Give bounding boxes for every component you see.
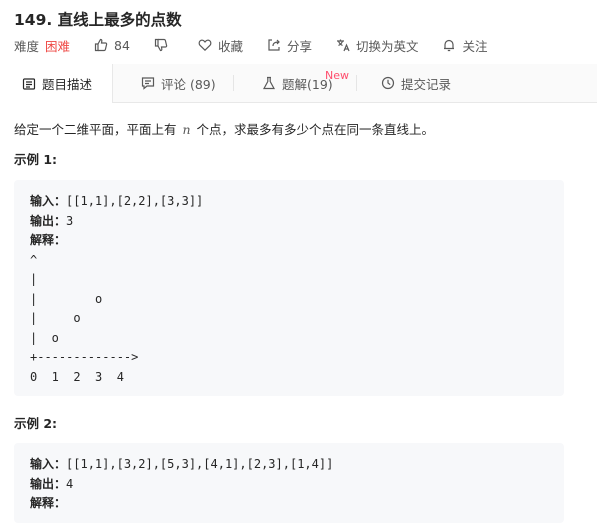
ascii-diagram: ^ | | o | o | o +-------------> 0 1 2 3 …: [30, 252, 139, 384]
thumbs-down-icon: [154, 38, 168, 52]
explanation-label: 解释：: [30, 496, 67, 510]
output-value: 3: [66, 213, 74, 228]
tab-bar: 题目描述 评论 (89) 题解(19) 提交记录: [0, 64, 597, 103]
example-1-code-block: 输入：[[1,1],[2,2],[3,3]] 输出：3 解释： ^ | | o …: [14, 180, 564, 396]
follow-label: 关注: [462, 38, 488, 54]
share-icon: [268, 39, 280, 51]
input-value: [[1,1],[2,2],[3,3]]: [66, 194, 204, 208]
clock-icon: [381, 76, 395, 90]
new-badge: New: [325, 69, 349, 82]
favorite-label: 收藏: [217, 38, 243, 54]
dislike-button[interactable]: [154, 38, 174, 52]
tab-description-label: 题目描述: [42, 77, 93, 92]
difficulty: 难度 困难: [14, 36, 70, 55]
favorite-button[interactable]: 收藏: [198, 36, 243, 55]
description-text: 给定一个二维平面，平面上有: [14, 122, 181, 137]
tab-submissions[interactable]: 提交记录: [381, 64, 451, 102]
example-2-title: 示例 2:: [14, 416, 58, 431]
output-label: 输出：: [30, 476, 67, 491]
thumbs-up-icon: [94, 38, 108, 52]
tab-separator: [233, 75, 234, 91]
input-value: [[1,1],[3,2],[5,3],[4,1],[2,3],[1,4]]: [66, 457, 334, 471]
input-label: 输入：: [30, 194, 67, 208]
tab-submissions-label: 提交记录: [401, 76, 452, 92]
share-button[interactable]: 分享: [267, 36, 312, 55]
tab-comments[interactable]: 评论 (89): [141, 64, 216, 102]
translate-label: 切换为英文: [355, 38, 419, 54]
document-icon: [22, 77, 36, 90]
tab-comments-label: 评论 (89): [161, 76, 216, 92]
translate-button[interactable]: 切换为英文: [336, 36, 419, 55]
input-label: 输入：: [30, 457, 67, 471]
bell-icon: [444, 39, 455, 52]
like-count: 84: [114, 37, 130, 53]
tab-description[interactable]: 题目描述: [0, 64, 113, 103]
heart-icon: [198, 39, 212, 52]
follow-button[interactable]: 关注: [442, 36, 488, 55]
share-label: 分享: [286, 38, 312, 54]
difficulty-badge: 困难: [45, 38, 71, 54]
example-1-title: 示例 1:: [14, 152, 58, 167]
comment-icon: [141, 77, 155, 90]
tab-solutions[interactable]: 题解(19): [262, 64, 333, 102]
translate-icon: [336, 39, 350, 52]
output-value: 4: [66, 476, 74, 491]
flask-icon: [262, 76, 276, 90]
example-2-code-block: 输入：[[1,1],[3,2],[5,3],[4,1],[2,3],[1,4]]…: [14, 443, 564, 523]
explanation-label: 解释：: [30, 233, 67, 247]
problem-description: 给定一个二维平面，平面上有 n 个点，求最多有多少个点在同一条直线上。: [14, 119, 434, 138]
variable-n: n: [182, 122, 191, 137]
tab-separator: [356, 75, 357, 91]
problem-meta-bar: 难度 困难 84 收藏 分享 切换为英文 关注: [14, 36, 512, 54]
like-button[interactable]: 84: [94, 38, 130, 53]
problem-title: 149. 直线上最多的点数: [14, 11, 182, 29]
output-label: 输出：: [30, 213, 67, 228]
difficulty-label: 难度: [14, 38, 40, 54]
description-text: 个点，求最多有多少个点在同一条直线上。: [192, 122, 435, 137]
